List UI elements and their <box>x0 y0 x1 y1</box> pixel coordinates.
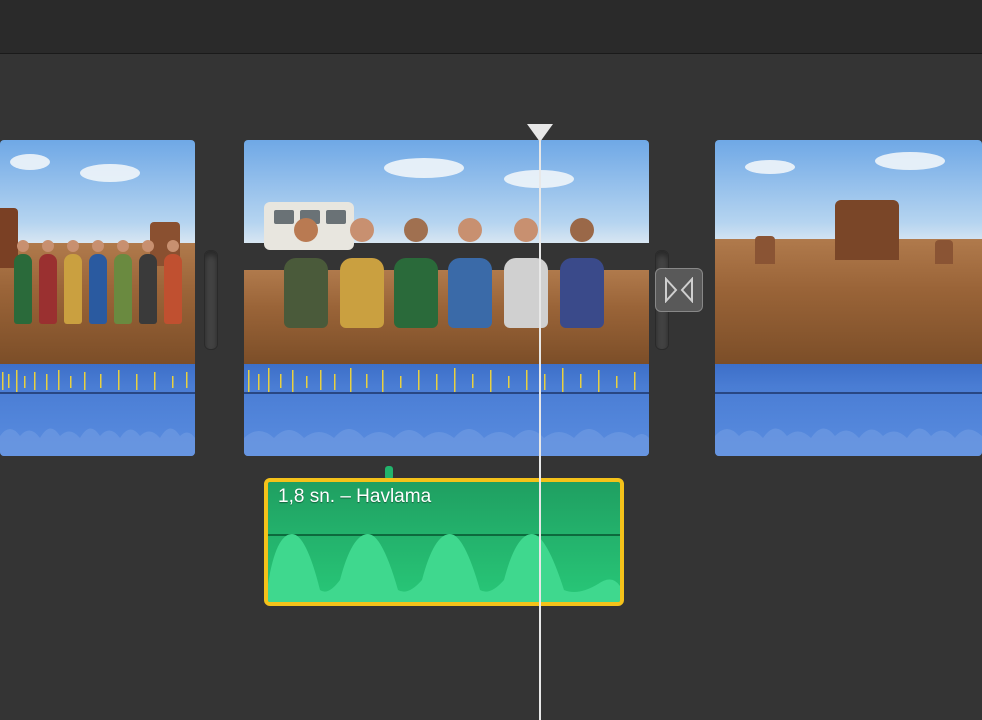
timeline-toolbar <box>0 0 982 54</box>
transition-crossfade[interactable] <box>655 268 703 312</box>
timeline[interactable]: 1,8 sn. – Havlama <box>0 54 982 676</box>
volume-line[interactable] <box>244 392 649 394</box>
video-clip[interactable] <box>715 140 982 455</box>
clip-audio-waveform[interactable] <box>715 364 982 456</box>
clip-audio-waveform[interactable] <box>244 364 649 456</box>
video-track <box>0 140 982 455</box>
clip-thumbnail <box>244 140 649 364</box>
video-clip[interactable] <box>244 140 649 455</box>
playhead-line[interactable] <box>539 138 541 720</box>
clip-thumbnail <box>715 140 982 364</box>
transition-edge-handle[interactable] <box>204 250 218 350</box>
crossfade-icon <box>664 277 694 303</box>
sfx-waveform <box>268 524 620 602</box>
volume-line[interactable] <box>715 392 982 394</box>
clip-thumbnail <box>0 140 195 364</box>
sfx-label: 1,8 sn. – Havlama <box>278 486 431 508</box>
clip-audio-waveform[interactable] <box>0 364 195 456</box>
video-clip[interactable] <box>0 140 195 455</box>
sound-effect-clip[interactable]: 1,8 sn. – Havlama <box>264 478 624 606</box>
volume-line[interactable] <box>0 392 195 394</box>
